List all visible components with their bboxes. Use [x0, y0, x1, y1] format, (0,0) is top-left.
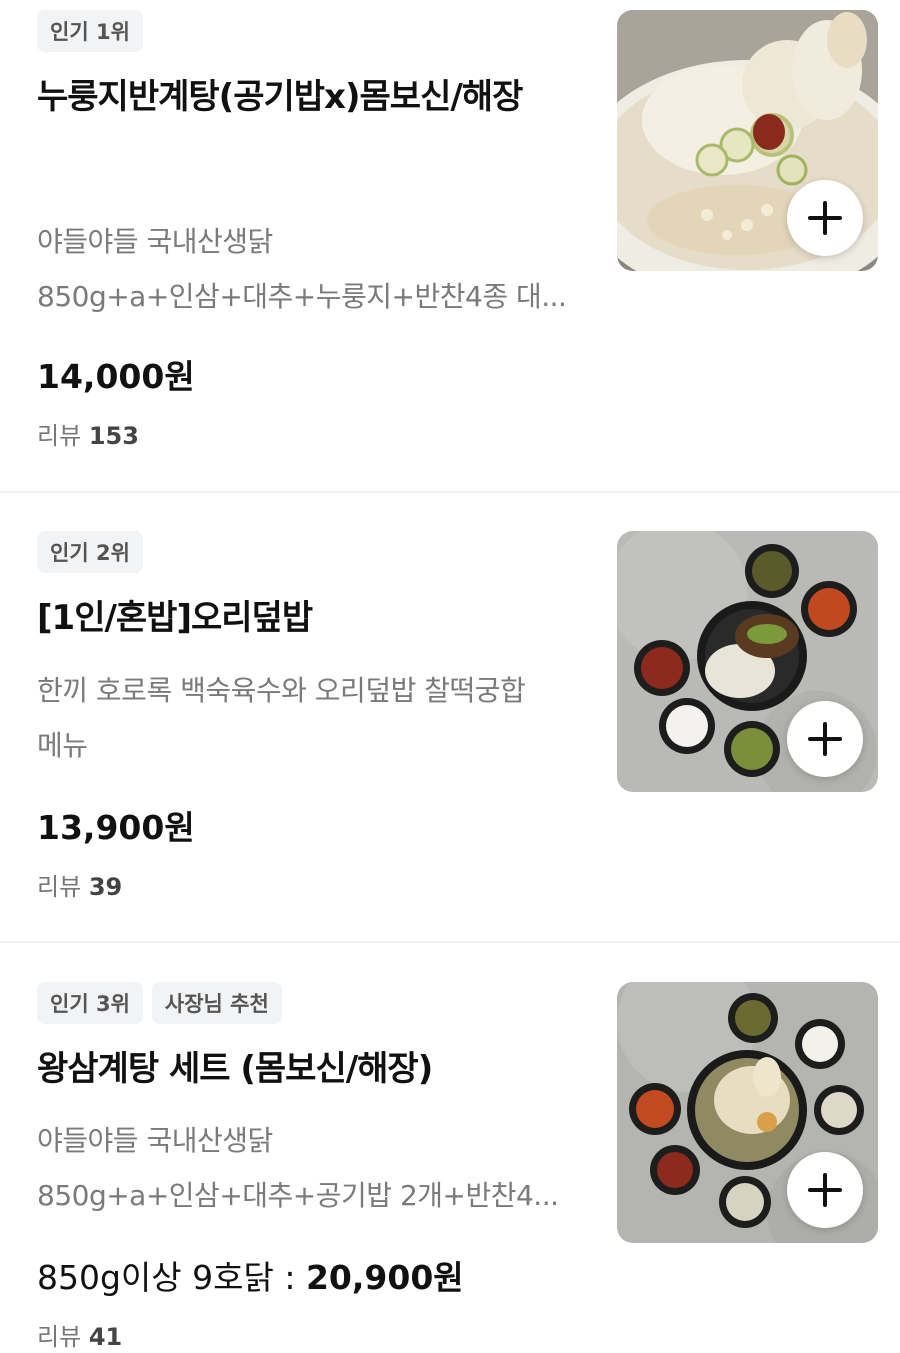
price-value: 20,900원: [305, 1258, 464, 1297]
menu-description: 야들야들 국내산생닭 850g+a+인삼+대추+공기밥 2개+반찬4...: [37, 1113, 597, 1223]
menu-description: 야들야들 국내산생닭 850g+a+인삼+대추+누룽지+반찬4종 대...: [37, 214, 597, 324]
add-to-cart-button[interactable]: [787, 180, 863, 256]
description-line: 한끼 호로록 백숙육수와 오리덮밥 찰떡궁합: [37, 674, 526, 707]
menu-price: 13,900원: [37, 808, 195, 847]
review-count: 리뷰 153: [37, 416, 139, 451]
menu-item[interactable]: 인기 3위 사장님 추천 왕삼계탕 세트 (몸보신/해장) 야들야들 국내산생닭…: [0, 943, 900, 1353]
price-option: 850g이상 9호닭 :: [37, 1258, 306, 1297]
menu-price: 14,000원: [37, 357, 195, 396]
rank-badge: 인기 3위: [37, 982, 143, 1024]
description-line: 메뉴: [37, 729, 88, 762]
review-number: 41: [88, 1323, 123, 1351]
add-to-cart-button[interactable]: [787, 701, 863, 777]
menu-title: 왕삼계탕 세트 (몸보신/해장): [37, 1049, 433, 1089]
menu-description: 한끼 호로록 백숙육수와 오리덮밥 찰떡궁합 메뉴: [37, 663, 597, 773]
menu-item[interactable]: 인기 1위 누룽지반계탕(공기밥x)몸보신/해장 야들야들 국내산생닭 850g…: [0, 0, 900, 492]
rank-badge: 인기 1위: [37, 10, 143, 52]
review-number: 153: [88, 422, 139, 450]
review-number: 39: [88, 873, 123, 901]
review-label: 리뷰: [37, 422, 82, 450]
badge-group: 인기 2위: [37, 531, 143, 573]
menu-item[interactable]: 인기 2위 [1인/혼밥]오리덮밥 한끼 호로록 백숙육수와 오리덮밥 찰떡궁합…: [0, 493, 900, 941]
description-line: 야들야들 국내산생닭: [37, 225, 273, 258]
badge-group: 인기 3위 사장님 추천: [37, 982, 282, 1024]
rank-badge: 인기 2위: [37, 531, 143, 573]
review-count: 리뷰 39: [37, 867, 122, 902]
menu-title: 누룽지반계탕(공기밥x)몸보신/해장: [37, 77, 523, 117]
add-to-cart-button[interactable]: [787, 1152, 863, 1228]
menu-title: [1인/혼밥]오리덮밥: [37, 598, 313, 638]
plus-icon: [808, 722, 842, 756]
review-count: 리뷰 41: [37, 1317, 122, 1352]
review-label: 리뷰: [37, 873, 82, 901]
description-line: 850g+a+인삼+대추+공기밥 2개+반찬4...: [37, 1179, 559, 1212]
plus-icon: [808, 201, 842, 235]
review-label: 리뷰: [37, 1323, 82, 1351]
owner-recommend-badge: 사장님 추천: [151, 982, 282, 1024]
plus-icon: [808, 1173, 842, 1207]
menu-price: 850g이상 9호닭 : 20,900원: [37, 1251, 464, 1299]
description-line: 야들야들 국내산생닭: [37, 1124, 273, 1157]
badge-group: 인기 1위: [37, 10, 143, 52]
description-line: 850g+a+인삼+대추+누룽지+반찬4종 대...: [37, 280, 567, 313]
